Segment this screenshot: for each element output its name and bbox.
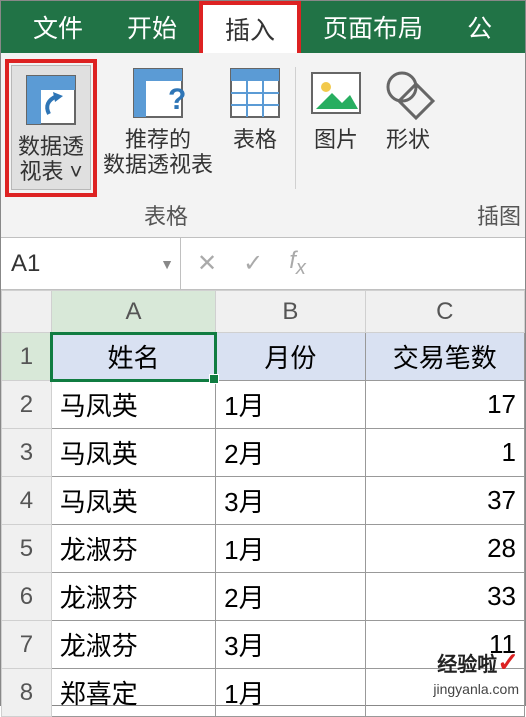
name-box-value: A1 xyxy=(11,250,40,278)
recommended-pivot-label: 推荐的 数据透视表 xyxy=(103,127,213,178)
picture-icon xyxy=(306,63,366,123)
tab-home[interactable]: 开始 xyxy=(105,1,199,53)
highlight-pivot: 数据透 视表 ˅ xyxy=(5,59,97,197)
formula-controls: ✕ ✓ fx xyxy=(181,238,322,289)
cell[interactable]: 马凤英 xyxy=(51,381,215,429)
row-header[interactable]: 3 xyxy=(2,429,52,477)
cell[interactable]: 3月 xyxy=(216,477,365,525)
tab-file[interactable]: 文件 xyxy=(11,1,105,53)
cell[interactable]: 马凤英 xyxy=(51,477,215,525)
group-illustrations-label: 插图 xyxy=(331,199,525,231)
shapes-label: 形状 xyxy=(386,127,430,152)
cell-a1[interactable]: 姓名 xyxy=(51,333,215,381)
column-header-a[interactable]: A xyxy=(51,291,215,333)
picture-label: 图片 xyxy=(314,127,358,152)
table-icon xyxy=(225,63,285,123)
ribbon-tabs: 文件 开始 插入 页面布局 公 xyxy=(1,1,525,53)
shapes-button[interactable]: 形状 xyxy=(372,59,444,197)
row-header[interactable]: 1 xyxy=(2,333,52,381)
enter-icon[interactable]: ✓ xyxy=(235,249,271,278)
row-header[interactable]: 6 xyxy=(2,573,52,621)
cell[interactable]: 1月 xyxy=(216,669,365,717)
cell[interactable]: 2月 xyxy=(216,429,365,477)
cell[interactable] xyxy=(365,669,524,717)
column-header-b[interactable]: B xyxy=(216,291,365,333)
tab-insert[interactable]: 插入 xyxy=(199,1,301,53)
cell[interactable]: 龙淑芬 xyxy=(51,573,215,621)
group-tables-label: 表格 xyxy=(1,199,331,231)
cell[interactable]: 3月 xyxy=(216,621,365,669)
cell[interactable]: 17 xyxy=(365,381,524,429)
row-header[interactable]: 4 xyxy=(2,477,52,525)
table-label: 表格 xyxy=(233,127,277,152)
cell[interactable]: 37 xyxy=(365,477,524,525)
pivot-table-button[interactable]: 数据透 视表 ˅ xyxy=(11,65,91,190)
cell[interactable]: 33 xyxy=(365,573,524,621)
cell[interactable]: 郑喜定 xyxy=(51,669,215,717)
row-header[interactable]: 8 xyxy=(2,669,52,717)
cell[interactable]: 2月 xyxy=(216,573,365,621)
cell[interactable]: 龙淑芬 xyxy=(51,525,215,573)
cell[interactable]: 1月 xyxy=(216,381,365,429)
picture-button[interactable]: 图片 xyxy=(300,59,372,197)
recommended-pivot-button[interactable]: ? 推荐的 数据透视表 xyxy=(97,59,219,197)
ribbon: 数据透 视表 ˅ ? 推荐的 数据透视表 表格 图片 形状 xyxy=(1,53,525,238)
row-header[interactable]: 5 xyxy=(2,525,52,573)
chevron-down-icon[interactable]: ▼ xyxy=(160,256,174,272)
pivot-table-icon xyxy=(21,70,81,130)
cell[interactable]: 马凤英 xyxy=(51,429,215,477)
cell[interactable]: 11 xyxy=(365,621,524,669)
column-header-c[interactable]: C xyxy=(365,291,524,333)
recommended-pivot-icon: ? xyxy=(128,63,188,123)
row-header[interactable]: 7 xyxy=(2,621,52,669)
spreadsheet-grid: A B C 1 姓名 月份 交易笔数 2 马凤英 1月 17 3 马凤英 2月 … xyxy=(1,290,525,717)
cell[interactable]: 龙淑芬 xyxy=(51,621,215,669)
cell[interactable]: 1 xyxy=(365,429,524,477)
cell[interactable]: 1月 xyxy=(216,525,365,573)
fx-icon[interactable]: fx xyxy=(281,247,314,280)
select-all-corner[interactable] xyxy=(2,291,52,333)
table-button[interactable]: 表格 xyxy=(219,59,291,197)
cell-b1[interactable]: 月份 xyxy=(216,333,365,381)
formula-bar-row: A1 ▼ ✕ ✓ fx xyxy=(1,238,525,290)
tab-formulas-partial[interactable]: 公 xyxy=(445,1,514,53)
separator xyxy=(295,67,296,189)
row-header[interactable]: 2 xyxy=(2,381,52,429)
cancel-icon[interactable]: ✕ xyxy=(189,249,225,278)
name-box[interactable]: A1 ▼ xyxy=(1,238,181,289)
svg-text:?: ? xyxy=(168,83,186,116)
cell-c1[interactable]: 交易笔数 xyxy=(365,333,524,381)
cell[interactable]: 28 xyxy=(365,525,524,573)
shapes-icon xyxy=(378,63,438,123)
pivot-table-label: 数据透 视表 ˅ xyxy=(18,134,84,185)
tab-page-layout[interactable]: 页面布局 xyxy=(301,1,445,53)
